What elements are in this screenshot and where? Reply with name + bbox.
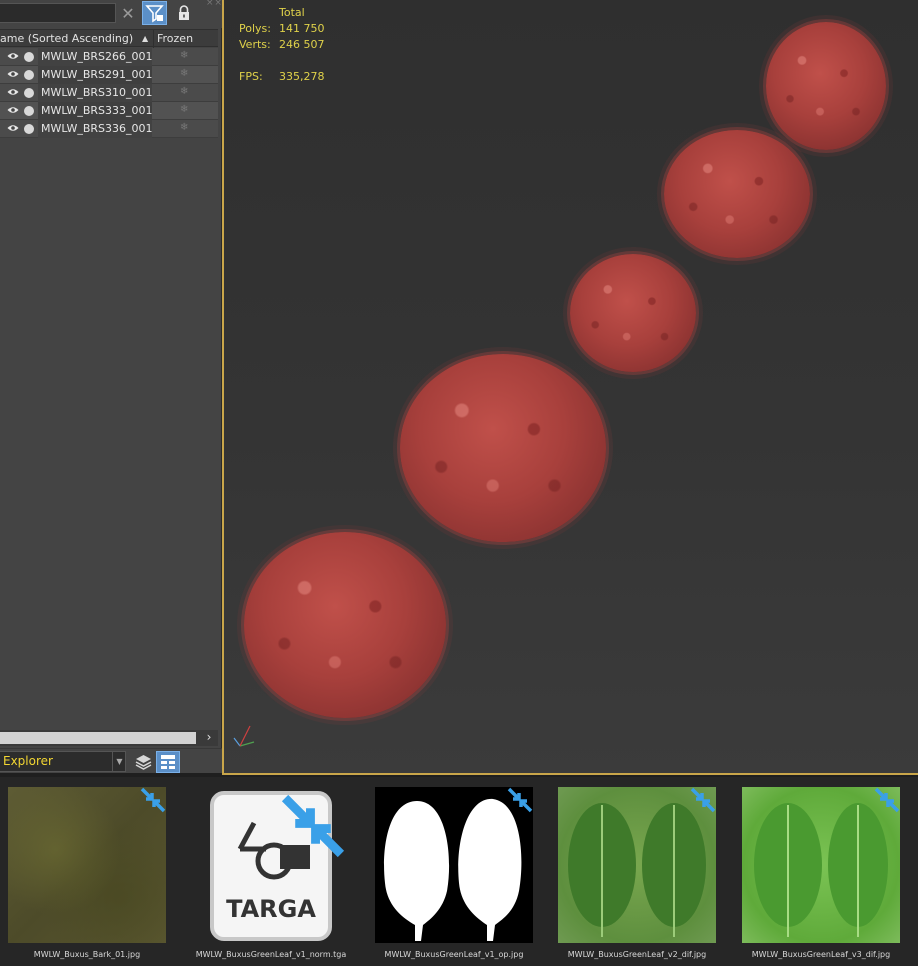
render-dot-icon[interactable] <box>24 124 34 134</box>
stats-fps-value: 335,278 <box>279 70 325 83</box>
stats-verts-label: Verts: <box>239 38 271 51</box>
frozen-snowflake-icon[interactable]: ❄ <box>180 86 188 97</box>
frozen-snowflake-icon[interactable]: ❄ <box>180 122 188 133</box>
perspective-viewport[interactable]: Total Polys: 141 750 Verts: 246 507 FPS:… <box>222 0 918 775</box>
explorer-mode-label: Explorer <box>3 754 53 768</box>
scroll-right-arrow-icon[interactable]: › <box>201 730 217 746</box>
object-name[interactable]: MWLW_BRS291_001 <box>38 66 153 84</box>
object-name[interactable]: MWLW_BRS266_001 <box>38 48 153 66</box>
explorer-horizontal-scrollbar[interactable]: › <box>0 730 218 746</box>
table-row[interactable]: MWLW_BRS291_001 ❄ <box>0 66 218 84</box>
visibility-eye-icon[interactable] <box>7 124 19 132</box>
search-clear-icon[interactable]: ✕ <box>118 4 138 24</box>
texture-filename: MWLW_BuxusGreenLeaf_v1_norm.tga <box>195 950 347 959</box>
table-row[interactable]: MWLW_BRS336_001 ❄ <box>0 120 218 138</box>
texture-browser: MWLW_Buxus_Bark_01.jpg TARGA MWLW_BuxusG… <box>0 777 918 966</box>
boxwood-shrub[interactable] <box>766 22 886 150</box>
chevron-down-icon[interactable]: ▼ <box>112 752 126 771</box>
texture-item[interactable] <box>375 787 533 943</box>
frozen-snowflake-icon[interactable]: ❄ <box>180 104 188 115</box>
boxwood-shrub[interactable] <box>570 254 696 372</box>
texture-filename: MWLW_BuxusGreenLeaf_v2_dif.jpg <box>567 950 707 959</box>
explorer-search-input[interactable] <box>0 3 116 23</box>
frozen-snowflake-icon[interactable]: ❄ <box>180 68 188 79</box>
texture-filename: MWLW_Buxus_Bark_01.jpg <box>33 950 141 959</box>
boxwood-shrub[interactable] <box>400 354 606 542</box>
explorer-column-header: ame (Sorted Ascending) ▲ Frozen <box>0 29 218 48</box>
stats-total-label: Total <box>279 6 305 19</box>
stats-polys-value: 141 750 <box>279 22 325 35</box>
column-frozen-header[interactable]: Frozen <box>153 30 218 48</box>
table-row[interactable]: MWLW_BRS333_001 ❄ <box>0 102 218 120</box>
stats-verts-value: 246 507 <box>279 38 325 51</box>
texture-item[interactable] <box>742 787 900 943</box>
table-row[interactable]: MWLW_BRS266_001 ❄ <box>0 48 218 66</box>
filter-icon[interactable] <box>142 1 167 25</box>
render-dot-icon[interactable] <box>24 106 34 116</box>
sort-ascending-icon: ▲ <box>142 34 149 43</box>
visibility-eye-icon[interactable] <box>7 52 19 60</box>
shrink-arrows-icon <box>281 794 345 858</box>
explorer-toolbar: ✕ × × <box>0 0 222 28</box>
object-name[interactable]: MWLW_BRS333_001 <box>38 102 153 120</box>
render-dot-icon[interactable] <box>24 52 34 62</box>
axis-gizmo-icon <box>233 725 255 747</box>
lock-icon[interactable] <box>174 3 194 23</box>
targa-label: TARGA <box>226 895 316 923</box>
hierarchy-icon[interactable] <box>156 751 180 773</box>
layers-icon[interactable] <box>133 752 154 772</box>
shrink-arrows-icon <box>874 787 900 813</box>
column-name-header[interactable]: ame (Sorted Ascending) <box>0 30 152 48</box>
panel-grip-icon[interactable]: × × <box>206 0 222 8</box>
stats-fps-label: FPS: <box>239 70 263 83</box>
scrollbar-thumb[interactable] <box>0 732 196 744</box>
frozen-snowflake-icon[interactable]: ❄ <box>180 50 188 61</box>
render-dot-icon[interactable] <box>24 88 34 98</box>
texture-filename: MWLW_BuxusGreenLeaf_v1_op.jpg <box>384 950 524 959</box>
explorer-footer: Explorer ▼ <box>0 748 222 773</box>
visibility-eye-icon[interactable] <box>7 70 19 78</box>
object-name[interactable]: MWLW_BRS336_001 <box>38 120 153 138</box>
explorer-mode-dropdown[interactable]: Explorer ▼ <box>0 751 126 772</box>
scene-explorer-panel: ✕ × × ame (Sorted Ascending) ▲ Frozen MW… <box>0 0 222 773</box>
stats-polys-label: Polys: <box>239 22 271 35</box>
shrink-arrows-icon <box>507 787 533 813</box>
texture-item[interactable] <box>8 787 166 943</box>
shrink-arrows-icon <box>140 787 166 813</box>
visibility-eye-icon[interactable] <box>7 88 19 96</box>
render-dot-icon[interactable] <box>24 70 34 80</box>
visibility-eye-icon[interactable] <box>7 106 19 114</box>
boxwood-shrub[interactable] <box>664 130 810 258</box>
object-name[interactable]: MWLW_BRS310_001 <box>38 84 153 102</box>
texture-filename: MWLW_BuxusGreenLeaf_v3_dif.jpg <box>751 950 891 959</box>
explorer-object-list: MWLW_BRS266_001 ❄ MWLW_BRS291_001 ❄ MWLW… <box>0 48 218 138</box>
shrink-arrows-icon <box>690 787 716 813</box>
table-row[interactable]: MWLW_BRS310_001 ❄ <box>0 84 218 102</box>
texture-item[interactable] <box>558 787 716 943</box>
boxwood-shrub[interactable] <box>244 532 446 718</box>
